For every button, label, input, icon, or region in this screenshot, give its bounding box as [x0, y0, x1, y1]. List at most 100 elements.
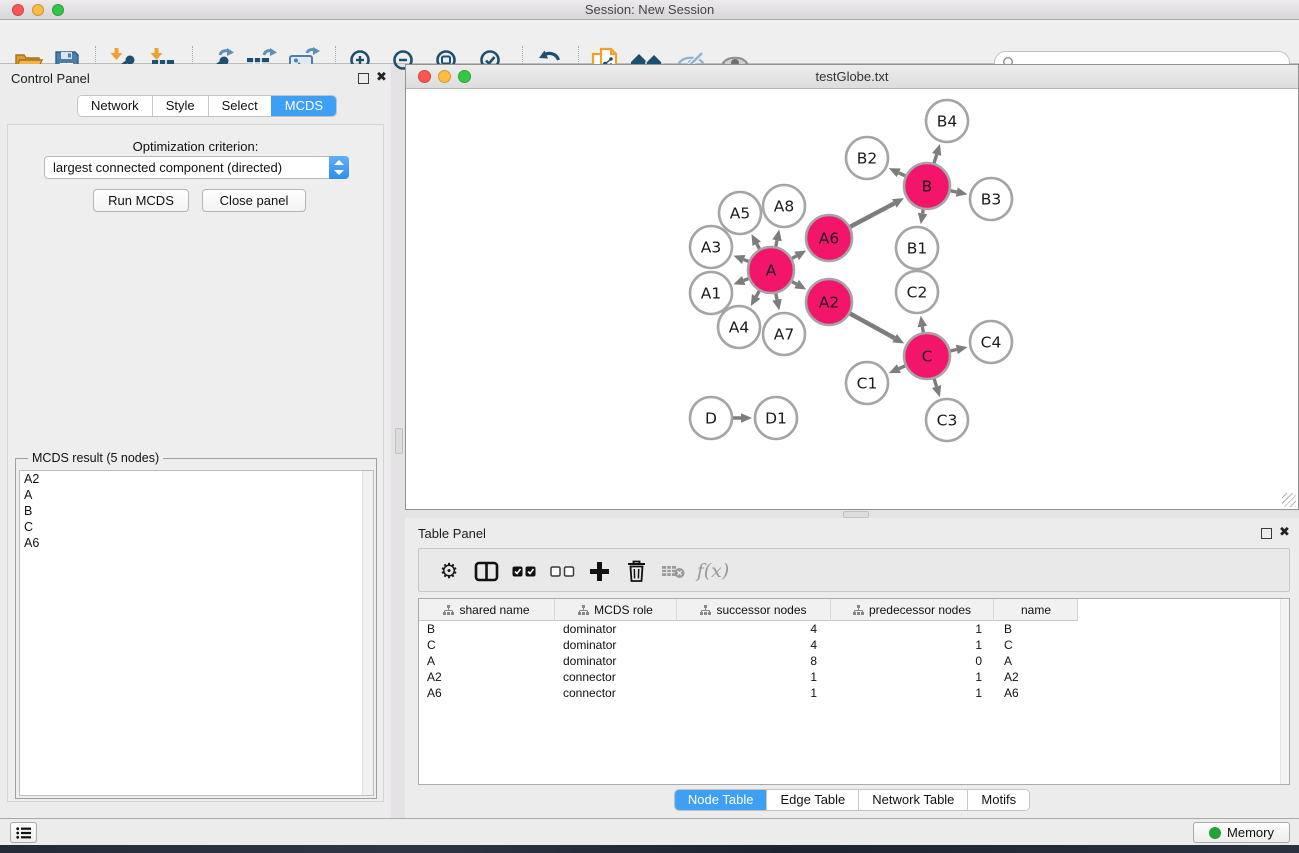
- minimize-view-icon[interactable]: [438, 70, 451, 83]
- tab-motifs[interactable]: Motifs: [967, 790, 1029, 810]
- table-cell[interactable]: A2: [1004, 669, 1074, 685]
- table-cell[interactable]: 4: [677, 621, 817, 637]
- run-mcds-button[interactable]: Run MCDS: [93, 189, 189, 212]
- tab-network-table[interactable]: Network Table: [858, 790, 967, 810]
- table-cell[interactable]: A: [427, 653, 547, 669]
- close-table-panel-icon[interactable]: ✖: [1279, 525, 1290, 540]
- horizontal-splitter-handle[interactable]: [843, 511, 869, 518]
- table-cell[interactable]: C: [427, 637, 547, 653]
- network-canvas[interactable]: B4 B2 B B3 A8 A5 A6 A3 B1 A A1 C2 A2 A4A7 C4 C C1 C3 D D1: [406, 89, 1298, 509]
- result-list-item[interactable]: A: [20, 487, 373, 503]
- table-cell[interactable]: 1: [831, 637, 982, 653]
- table-cell[interactable]: dominator: [563, 653, 669, 669]
- table-cell[interactable]: connector: [563, 669, 669, 685]
- delete-columns-icon[interactable]: [619, 554, 653, 588]
- graph-node-A1[interactable]: A1: [690, 272, 732, 314]
- column-header[interactable]: predecessor nodes: [831, 599, 994, 621]
- table-cell[interactable]: A: [1004, 653, 1074, 669]
- graph-node-A2[interactable]: A2: [806, 279, 852, 325]
- table-cell[interactable]: C: [1004, 637, 1074, 653]
- column-header[interactable]: shared name: [419, 599, 555, 621]
- table-scrollbar[interactable]: [1280, 599, 1289, 784]
- table-cell[interactable]: A6: [1004, 685, 1074, 701]
- table-cell[interactable]: dominator: [563, 637, 669, 653]
- graph-node-A7[interactable]: A7: [763, 313, 805, 355]
- graph-node-A3[interactable]: A3: [690, 226, 732, 268]
- tab-network[interactable]: Network: [78, 96, 152, 116]
- close-panel-icon[interactable]: ✖: [376, 70, 387, 85]
- graph-node-B3[interactable]: B3: [970, 178, 1012, 220]
- resize-grip-icon[interactable]: [1282, 493, 1296, 507]
- column-header[interactable]: name: [994, 599, 1078, 621]
- table-cell[interactable]: 1: [677, 685, 817, 701]
- function-builder-icon[interactable]: f(x): [691, 554, 735, 588]
- table-row[interactable]: A6 connector 11 A6: [419, 685, 1289, 701]
- maximize-view-icon[interactable]: [458, 70, 471, 83]
- table-cell[interactable]: 1: [831, 685, 982, 701]
- memory-button[interactable]: Memory: [1193, 822, 1290, 843]
- tab-select[interactable]: Select: [208, 96, 271, 116]
- graph-node-C[interactable]: C: [904, 333, 950, 379]
- table-row[interactable]: A2 connector 11 A2: [419, 669, 1289, 685]
- table-cell[interactable]: B: [427, 621, 547, 637]
- table-cell[interactable]: 8: [677, 653, 817, 669]
- graph-node-C3[interactable]: C3: [926, 399, 968, 441]
- show-task-history-button[interactable]: [10, 822, 37, 843]
- minimize-window-icon[interactable]: [32, 4, 44, 16]
- table-settings-icon[interactable]: ⚙: [432, 554, 466, 588]
- table-cell[interactable]: 1: [677, 669, 817, 685]
- graph-node-B[interactable]: B: [904, 163, 950, 209]
- tab-node-table[interactable]: Node Table: [675, 790, 767, 810]
- graph-node-A4[interactable]: A4: [718, 306, 760, 348]
- graph-node-C4[interactable]: C4: [970, 321, 1012, 363]
- result-list-item[interactable]: C: [20, 519, 373, 535]
- vertical-splitter-handle[interactable]: [395, 428, 403, 454]
- table-cell[interactable]: 4: [677, 637, 817, 653]
- result-list-item[interactable]: B: [20, 503, 373, 519]
- add-column-icon[interactable]: [582, 554, 616, 588]
- close-view-icon[interactable]: [418, 70, 431, 83]
- table-row[interactable]: Adominator 80 A: [419, 653, 1289, 669]
- maximize-window-icon[interactable]: [52, 4, 64, 16]
- graph-node-C1[interactable]: C1: [846, 362, 888, 404]
- table-cell[interactable]: A2: [427, 669, 547, 685]
- graph-node-B1[interactable]: B1: [896, 227, 938, 269]
- deselect-all-checkboxes-icon[interactable]: [545, 554, 579, 588]
- tab-edge-table[interactable]: Edge Table: [766, 790, 858, 810]
- result-list-item[interactable]: A6: [20, 535, 373, 551]
- graph-node-C2[interactable]: C2: [896, 271, 938, 313]
- table-cell[interactable]: B: [1004, 621, 1074, 637]
- float-table-panel-icon[interactable]: [1261, 528, 1272, 539]
- split-columns-icon[interactable]: [469, 554, 503, 588]
- table-cell[interactable]: connector: [563, 685, 669, 701]
- graph-node-D[interactable]: D: [690, 397, 732, 439]
- tab-mcds[interactable]: MCDS: [271, 96, 336, 116]
- graph-node-A[interactable]: A: [748, 247, 794, 293]
- column-header[interactable]: MCDS role: [555, 599, 677, 621]
- select-all-checkboxes-icon[interactable]: [507, 554, 541, 588]
- close-panel-button[interactable]: Close panel: [202, 189, 306, 212]
- graph-node-A6[interactable]: A6: [806, 215, 852, 261]
- graph-node-B4[interactable]: B4: [926, 100, 968, 142]
- graph-node-A8[interactable]: A8: [763, 185, 805, 227]
- delete-table-icon[interactable]: [656, 554, 690, 588]
- optimization-criterion-select[interactable]: largest connected component (directed): [44, 156, 349, 179]
- node-label: A8: [774, 198, 794, 216]
- network-graph[interactable]: B4 B2 B B3 A8 A5 A6 A3 B1 A A1 C2 A2 A4A7 C4 C C1 C3 D D1: [406, 89, 1298, 509]
- table-cell[interactable]: A6: [427, 685, 547, 701]
- result-list-scrollbar[interactable]: [362, 471, 373, 795]
- close-window-icon[interactable]: [12, 4, 24, 16]
- table-cell[interactable]: 0: [831, 653, 982, 669]
- table-row[interactable]: Cdominator 41 C: [419, 637, 1289, 653]
- tab-style[interactable]: Style: [152, 96, 208, 116]
- table-cell[interactable]: 1: [831, 669, 982, 685]
- graph-node-A5[interactable]: A5: [719, 192, 761, 234]
- result-list-item[interactable]: A2: [20, 471, 373, 487]
- table-row[interactable]: Bdominator 41 B: [419, 621, 1289, 637]
- column-header[interactable]: successor nodes: [677, 599, 831, 621]
- graph-node-B2[interactable]: B2: [846, 137, 888, 179]
- table-cell[interactable]: 1: [831, 621, 982, 637]
- table-cell[interactable]: dominator: [563, 621, 669, 637]
- graph-node-D1[interactable]: D1: [755, 397, 797, 439]
- float-panel-icon[interactable]: [358, 73, 369, 84]
